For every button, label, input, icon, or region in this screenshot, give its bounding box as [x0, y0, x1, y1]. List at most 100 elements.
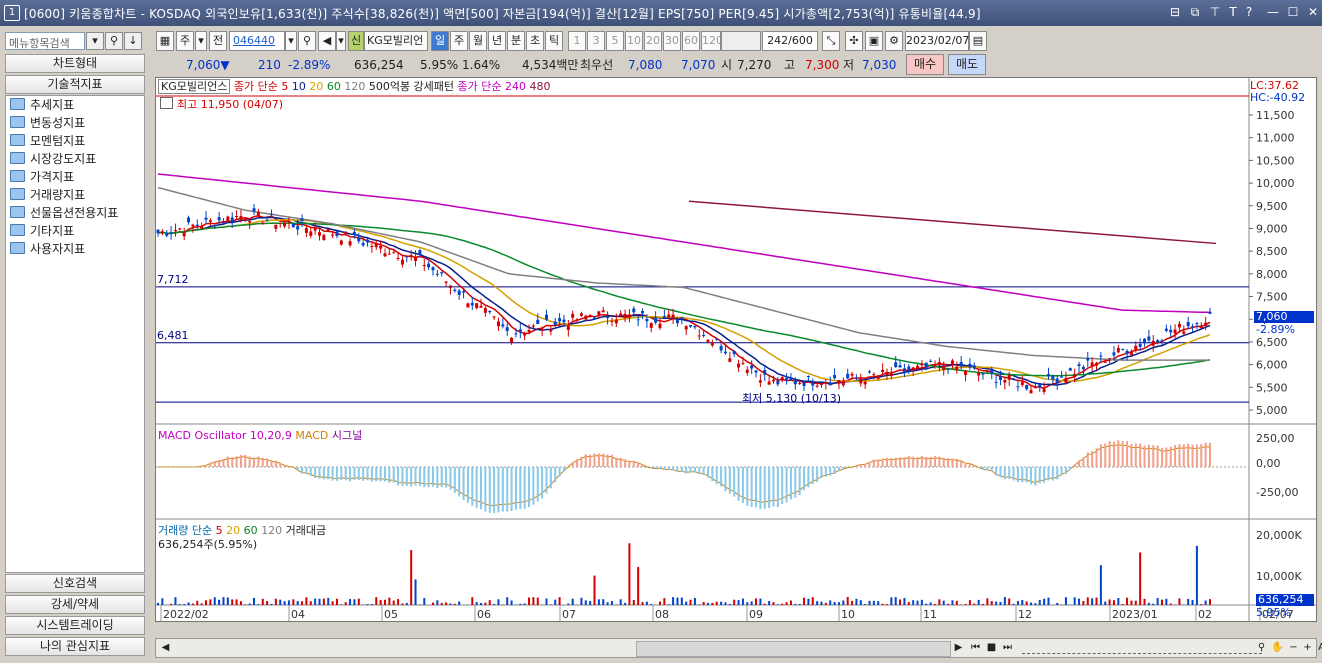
legend-amount[interactable]: 거래대금	[286, 524, 326, 537]
minute-20[interactable]: 20	[644, 31, 662, 51]
first-icon[interactable]: ⏮	[968, 640, 983, 656]
interval-second[interactable]: 초	[526, 31, 544, 51]
macd-bar	[1191, 444, 1194, 467]
legend-ma480: 480	[529, 80, 551, 93]
settings-icon[interactable]: ⚙	[885, 31, 903, 51]
chart-type-button[interactable]: 차트형태	[5, 54, 145, 73]
legend-pattern[interactable]: 500억봉 강세패턴	[369, 80, 454, 93]
tree-item-etc[interactable]: 기타지표	[10, 223, 74, 240]
period-dropdown-icon[interactable]: ▾	[195, 31, 207, 51]
technical-indicator-button[interactable]: 기술적지표	[5, 75, 145, 94]
zoom-icon[interactable]: ⚲	[1254, 640, 1269, 656]
search-icon[interactable]: ⚲	[105, 32, 123, 50]
sound-icon[interactable]: ◀	[318, 31, 336, 51]
period-select[interactable]: 주	[176, 31, 194, 51]
minute-120[interactable]: 120	[701, 31, 723, 51]
pin-icon[interactable]: ⊤	[1206, 4, 1224, 21]
candle-body	[571, 313, 575, 318]
interval-minute[interactable]: 분	[507, 31, 525, 51]
zoom-slider[interactable]	[1022, 643, 1262, 654]
legend-macd-osc[interactable]: MACD Oscillator 10,20,9	[158, 429, 292, 442]
minute-3[interactable]: 3	[587, 31, 605, 51]
sound-dropdown-icon[interactable]: ▾	[336, 31, 346, 51]
candle-body	[924, 362, 928, 368]
macd-bar	[1003, 467, 1006, 480]
my-indicators-button[interactable]: 나의 관심지표	[5, 637, 145, 656]
custom-interval-input[interactable]	[721, 31, 761, 51]
prev-button[interactable]: 전	[209, 31, 227, 51]
tool-icon[interactable]: ✣	[845, 31, 863, 51]
legend-stock[interactable]: KG모빌리언스	[158, 79, 231, 94]
minimize-button[interactable]: —	[1264, 4, 1282, 21]
interval-year[interactable]: 년	[488, 31, 506, 51]
scroll-left-icon[interactable]: ◀	[158, 640, 173, 656]
restore-icon[interactable]: ⧉	[1186, 4, 1204, 21]
minute-60[interactable]: 60	[682, 31, 700, 51]
interval-tick[interactable]: 틱	[545, 31, 563, 51]
minute-5[interactable]: 5	[606, 31, 624, 51]
candle-body	[173, 230, 177, 232]
tree-item-momentum[interactable]: 모멘텀지표	[10, 133, 85, 150]
minus-icon[interactable]: −	[1286, 640, 1301, 656]
macd-bar	[183, 467, 186, 468]
legend-ma2[interactable]: 종가 단순	[458, 80, 502, 93]
minute-10[interactable]: 10	[625, 31, 643, 51]
search-icon[interactable]: ⚲	[298, 31, 316, 51]
help-icon[interactable]: ?	[1240, 4, 1258, 21]
plus-icon[interactable]: +	[1300, 640, 1315, 656]
strength-button[interactable]: 강세/약세	[5, 595, 145, 614]
minute-30[interactable]: 30	[663, 31, 681, 51]
close-button[interactable]: ✕	[1304, 4, 1322, 21]
last-icon[interactable]: ⏭	[1000, 640, 1015, 656]
volume-bar	[567, 603, 570, 605]
hand-icon[interactable]: ✋	[1270, 640, 1285, 656]
tree-item-volume[interactable]: 거래량지표	[10, 187, 85, 204]
system-trading-button[interactable]: 시스템트레이딩	[5, 616, 145, 635]
legend-macd[interactable]: MACD	[295, 429, 328, 442]
candle-body	[1042, 389, 1046, 392]
candle-body	[479, 305, 483, 308]
sell-button[interactable]: 매도	[948, 54, 986, 75]
maximize-button[interactable]: ☐	[1284, 4, 1302, 21]
chart-area[interactable]: 11,500 11,000 10,500 10,000 9,500 9,000 8,500 8…	[155, 77, 1317, 622]
macd-bar	[837, 467, 840, 472]
volume-bar	[990, 601, 993, 605]
scroll-right-icon[interactable]: ▶	[951, 640, 966, 656]
volume-bar	[497, 599, 500, 605]
macd-bar	[462, 467, 465, 501]
scroll-bar[interactable]: ◀ ▶ ⏮ ■ ⏭ ⚲ ✋ − + A	[155, 638, 1322, 658]
candle-body	[553, 321, 557, 325]
menu-search-input[interactable]: 메뉴항목검색	[5, 32, 85, 50]
stock-code-input[interactable]: 046440	[229, 31, 285, 51]
signal-search-button[interactable]: 신호검색	[5, 574, 145, 593]
scroll-thumb[interactable]	[636, 641, 951, 657]
font-a-icon[interactable]: A	[1314, 640, 1322, 656]
tree-item-volatility[interactable]: 변동성지표	[10, 115, 85, 132]
zoom-icon[interactable]: ⤡	[822, 31, 840, 51]
code-dropdown-icon[interactable]: ▾	[285, 31, 297, 51]
data-count[interactable]: 242/600	[762, 31, 818, 51]
interval-week[interactable]: 주	[450, 31, 468, 51]
macd-bar	[1056, 467, 1059, 480]
interval-day[interactable]: 일	[431, 31, 449, 51]
minimize-all-icon[interactable]: ⊟	[1166, 4, 1184, 21]
minute-1[interactable]: 1	[568, 31, 586, 51]
tree-item-user[interactable]: 사용자지표	[10, 241, 85, 258]
download-icon[interactable]: ↓	[124, 32, 142, 50]
tree-item-futures[interactable]: 선물옵션전용지표	[10, 205, 118, 222]
stop-icon[interactable]: ■	[984, 640, 999, 656]
amount: 4,534백만	[522, 58, 579, 72]
chart-icon[interactable]: ▦	[156, 31, 174, 51]
candle-body	[518, 329, 522, 333]
tree-item-trend[interactable]: 추세지표	[10, 97, 74, 114]
tree-item-price[interactable]: 가격지표	[10, 169, 74, 186]
legend-signal[interactable]: 시그널	[332, 429, 362, 442]
save-icon[interactable]: ▣	[865, 31, 883, 51]
tree-item-strength[interactable]: 시장강도지표	[10, 151, 96, 168]
interval-month[interactable]: 월	[469, 31, 487, 51]
dropdown-icon[interactable]: ▾	[86, 32, 104, 50]
buy-button[interactable]: 매수	[906, 54, 944, 75]
date-input[interactable]: 2023/02/07	[905, 31, 969, 51]
calendar-icon[interactable]: ▤	[969, 31, 987, 51]
legend-ma[interactable]: 종가 단순	[234, 80, 278, 93]
